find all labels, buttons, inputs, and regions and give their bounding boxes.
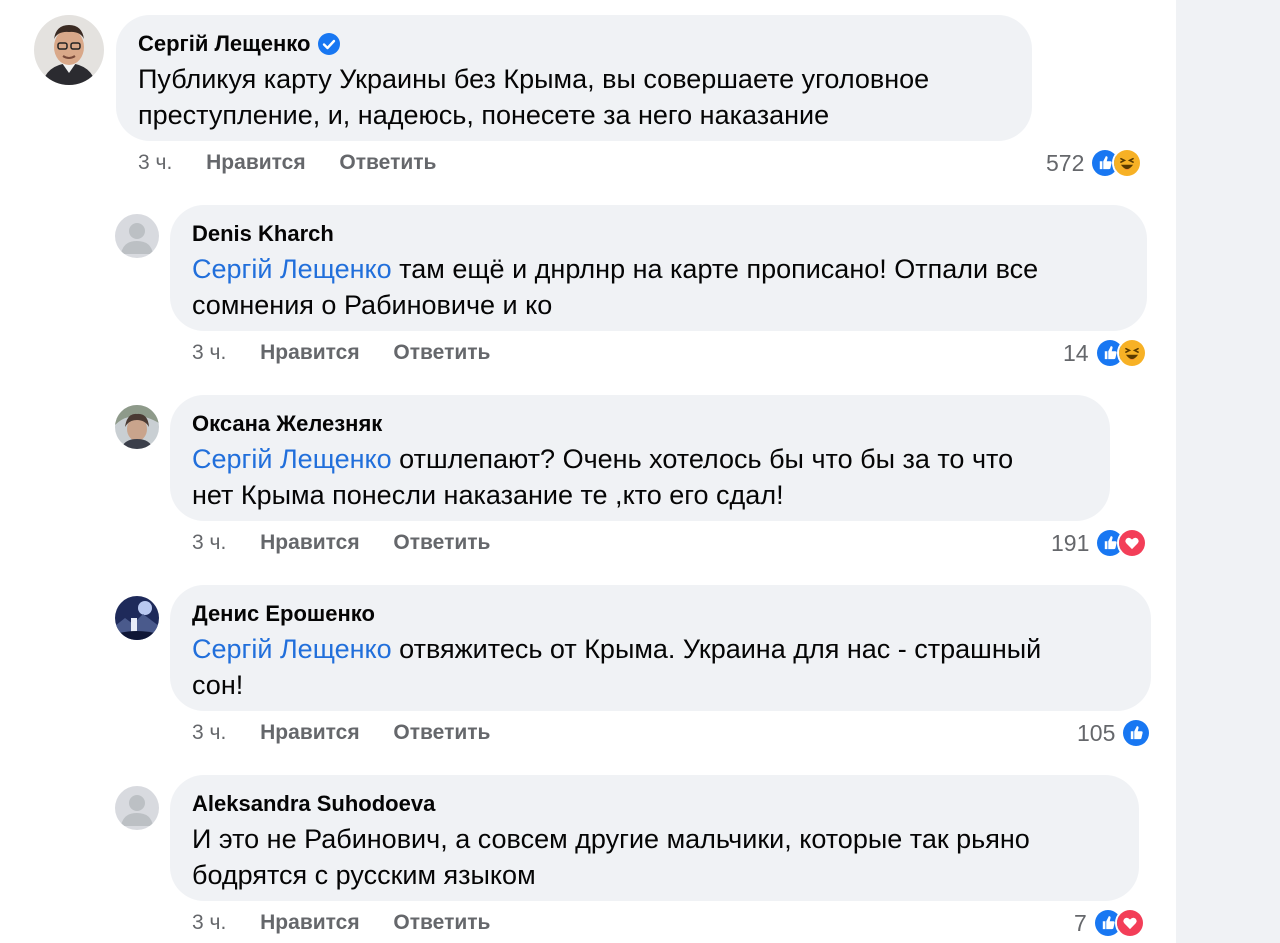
mention-link[interactable]: Сергій Лещенко (192, 254, 392, 284)
comment-text-span: отвяжитесь от Крыма. Украина для нас - с… (391, 634, 1042, 664)
like-button[interactable]: Нравится (260, 341, 359, 364)
like-button[interactable]: Нравится (260, 911, 359, 934)
comment-text-line: сон! (192, 670, 244, 700)
comment-author[interactable]: Сергій Лещенко (138, 31, 341, 57)
author-name[interactable]: Денис Ерошенко (192, 601, 375, 627)
comment-text-line: бодрятся с русским языком (192, 860, 536, 890)
comment-text-line: сомнения о Рабиновиче и ко (192, 290, 553, 320)
comment-text: Публикуя карту Украины без Крыма, вы сов… (138, 61, 1018, 133)
avatar[interactable] (115, 214, 159, 258)
comment-author[interactable]: Aleksandra Suhodoeva (192, 791, 435, 817)
mention-link[interactable]: Сергій Лещенко (192, 634, 392, 664)
comment-bubble: Aleksandra Suhodoeva И это не Рабинович,… (170, 775, 1139, 901)
comment-text: Сергій Лещенко отвяжитесь от Крыма. Укра… (192, 631, 1142, 703)
comment-timestamp[interactable]: 3 ч. (192, 341, 226, 364)
reply-button[interactable]: Ответить (393, 721, 490, 744)
page-background-right (1176, 0, 1280, 943)
default-avatar-icon (115, 786, 159, 830)
author-name[interactable]: Denis Kharch (192, 221, 334, 247)
comment-actions: 3 ч. Нравится Ответить (192, 911, 490, 935)
reaction-count: 191 (1051, 529, 1090, 556)
comment-text-line: Сергій Лещенко там ещё и днрлнр на карте… (192, 251, 1132, 287)
comment-author[interactable]: Denis Kharch (192, 221, 334, 247)
comment-actions: 3 ч. Нравится Ответить (192, 721, 490, 745)
author-name[interactable]: Aleksandra Suhodoeva (192, 791, 435, 817)
comments-panel: Сергій Лещенко Публикуя карту Украины бе… (0, 0, 1176, 943)
comment-text-line: Сергій Лещенко отшлепают? Очень хотелось… (192, 441, 1102, 477)
comment-text-span: там ещё и днрлнр на карте прописано! Отп… (391, 254, 1039, 284)
like-icon (1121, 718, 1152, 748)
comment-bubble: Оксана Железняк Сергій Лещенко отшлепают… (170, 395, 1110, 521)
reaction-summary[interactable]: 105 (1077, 716, 1152, 750)
comment-author[interactable]: Денис Ерошенко (192, 601, 375, 627)
avatar-photo (34, 15, 104, 85)
comment-text-line: преступление, и, надеюсь, понесете за не… (138, 100, 830, 130)
comment-actions: 3 ч. Нравится Ответить (138, 151, 436, 175)
verified-badge-icon (318, 33, 341, 55)
comment-text-line: И это не Рабинович, а совсем другие маль… (192, 824, 1030, 854)
reaction-summary[interactable]: 191 (1051, 526, 1148, 560)
like-button[interactable]: Нравится (260, 721, 359, 744)
reply-button[interactable]: Ответить (393, 531, 490, 554)
comment-text-line: Публикуя карту Украины без Крыма, вы сов… (138, 64, 930, 94)
haha-icon (1116, 338, 1147, 368)
comment-text: И это не Рабинович, а совсем другие маль… (192, 821, 1132, 893)
avatar-photo (115, 405, 159, 449)
comment-actions: 3 ч. Нравится Ответить (192, 341, 490, 365)
reply-button[interactable]: Ответить (339, 151, 436, 174)
comment-actions: 3 ч. Нравится Ответить (192, 531, 490, 555)
reply-button[interactable]: Ответить (393, 341, 490, 364)
love-icon (1114, 908, 1145, 938)
avatar[interactable] (115, 405, 159, 449)
haha-icon (1112, 148, 1143, 178)
comment-timestamp[interactable]: 3 ч. (192, 531, 226, 554)
comment-text-span: отшлепают? Очень хотелось бы что бы за т… (391, 444, 1014, 474)
comment-timestamp[interactable]: 3 ч. (192, 721, 226, 744)
reaction-count: 7 (1074, 909, 1087, 936)
reply-button[interactable]: Ответить (393, 911, 490, 934)
comment-timestamp[interactable]: 3 ч. (138, 151, 172, 174)
comment-timestamp[interactable]: 3 ч. (192, 911, 226, 934)
reaction-summary[interactable]: 14 (1063, 336, 1147, 370)
reaction-count: 14 (1063, 339, 1089, 366)
reaction-count: 105 (1077, 719, 1116, 746)
author-name[interactable]: Сергій Лещенко (138, 31, 310, 57)
mention-link[interactable]: Сергій Лещенко (192, 444, 392, 474)
love-icon (1117, 528, 1148, 558)
comment-bubble: Денис Ерошенко Сергій Лещенко отвяжитесь… (170, 585, 1151, 711)
author-name[interactable]: Оксана Железняк (192, 411, 382, 437)
comment-text-line: Сергій Лещенко отвяжитесь от Крыма. Укра… (192, 631, 1142, 667)
avatar-photo (115, 596, 159, 640)
reaction-summary[interactable]: 572 (1046, 146, 1143, 180)
reaction-summary[interactable]: 7 (1074, 906, 1145, 940)
comment-bubble: Denis Kharch Сергій Лещенко там ещё и дн… (170, 205, 1147, 331)
avatar[interactable] (34, 15, 104, 85)
avatar[interactable] (115, 596, 159, 640)
reaction-count: 572 (1046, 149, 1085, 176)
comment-bubble: Сергій Лещенко Публикуя карту Украины бе… (116, 15, 1032, 141)
like-button[interactable]: Нравится (206, 151, 305, 174)
comment-text-line: нет Крыма понесли наказание те ,кто его … (192, 480, 784, 510)
avatar[interactable] (115, 786, 159, 830)
like-button[interactable]: Нравится (260, 531, 359, 554)
comment-author[interactable]: Оксана Железняк (192, 411, 382, 437)
default-avatar-icon (115, 214, 159, 258)
comment-text: Сергій Лещенко отшлепают? Очень хотелось… (192, 441, 1102, 513)
comment-text: Сергій Лещенко там ещё и днрлнр на карте… (192, 251, 1132, 323)
